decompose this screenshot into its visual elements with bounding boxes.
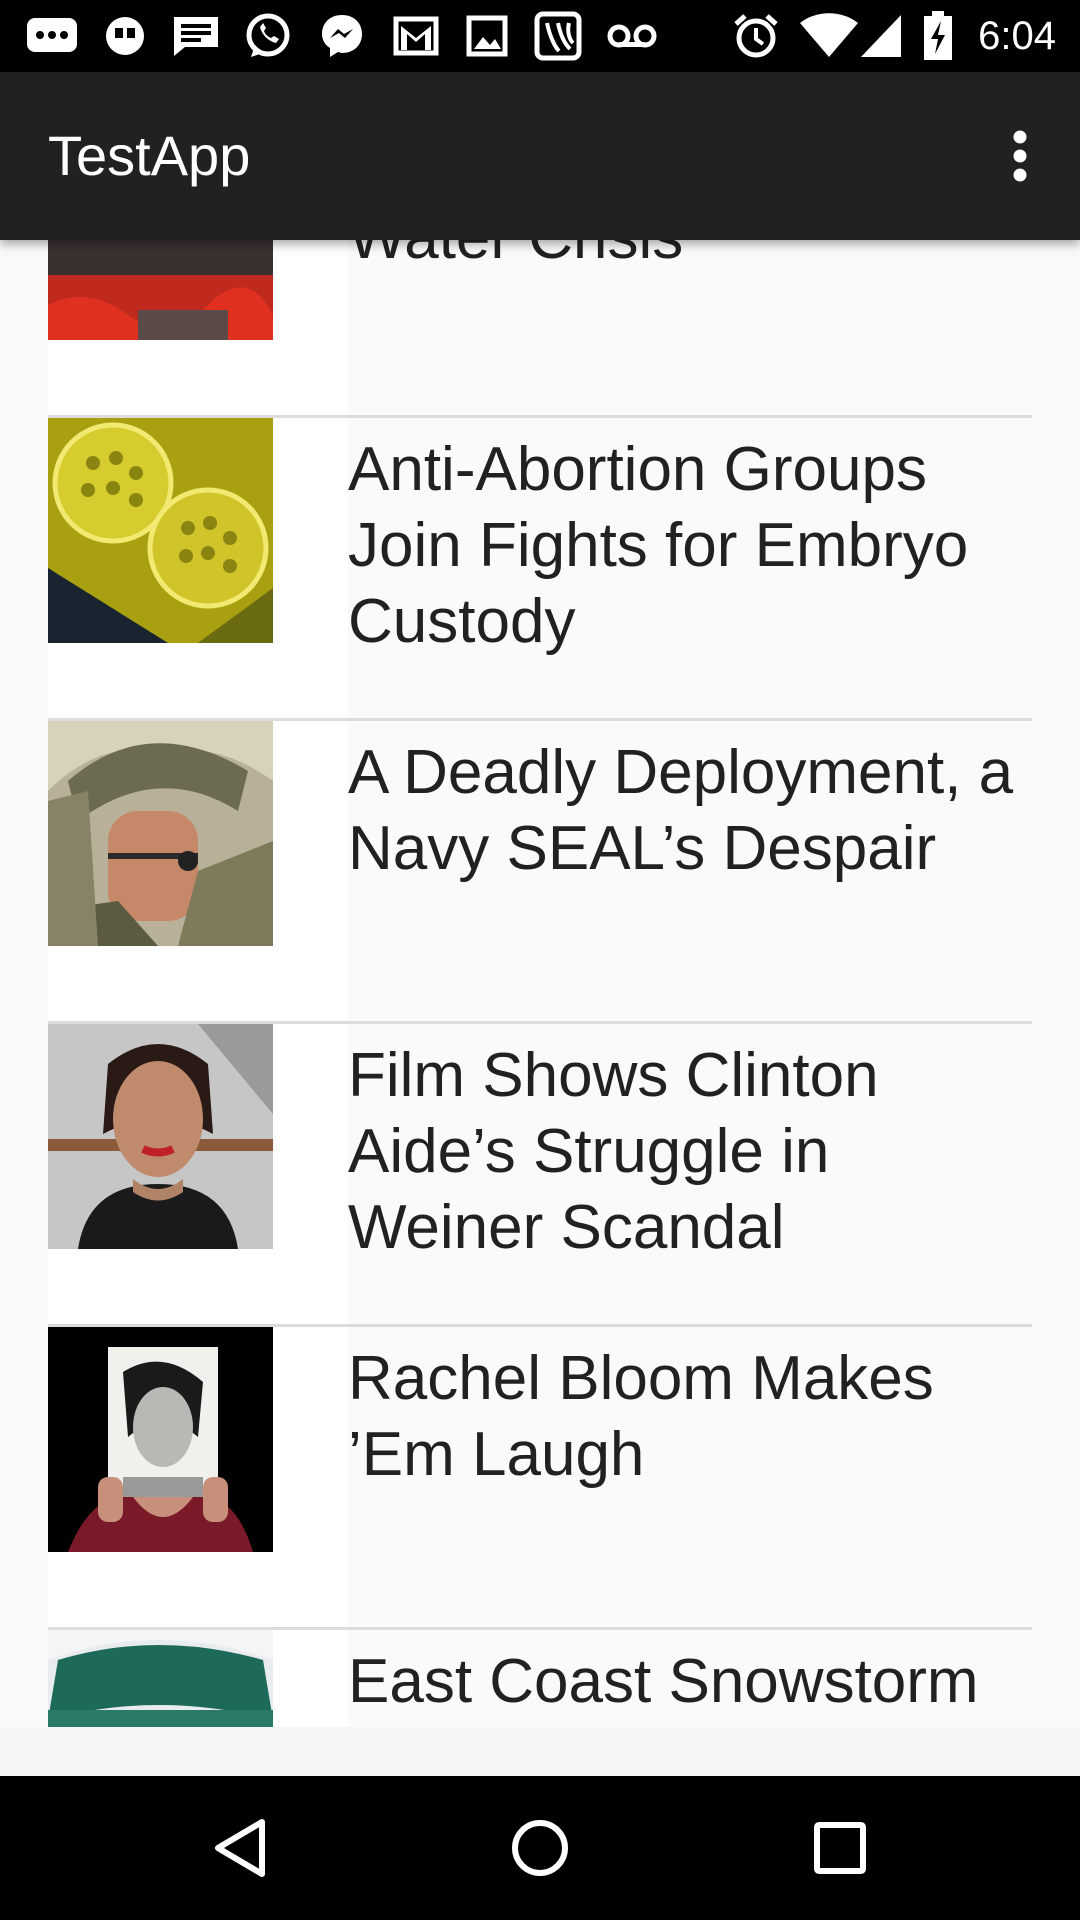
article-thumbnail xyxy=(48,1327,273,1552)
clock: 6:04 xyxy=(978,14,1056,58)
recents-icon xyxy=(814,1822,866,1874)
navigation-bar xyxy=(0,1776,1080,1920)
gmail-icon xyxy=(388,12,444,60)
signal-icon xyxy=(856,12,906,60)
list-item[interactable]: Water Crisis xyxy=(48,240,1032,418)
home-icon xyxy=(512,1820,568,1876)
whatsapp-icon xyxy=(240,12,296,60)
article-thumbnail xyxy=(48,721,273,946)
recents-button[interactable] xyxy=(780,1800,900,1896)
list-item[interactable]: A Deadly Deployment, a Navy SEAL’s Despa… xyxy=(48,721,1032,1024)
article-thumbnail xyxy=(48,1024,273,1249)
image-icon xyxy=(462,12,512,60)
battery-charging-icon xyxy=(918,11,958,60)
list-bottom-edge xyxy=(0,1727,1080,1776)
app-bar: TestApp xyxy=(0,72,1080,240)
screen: 6:04 TestApp Anti-Abortion Groups Join F… xyxy=(0,0,1080,1920)
article-thumbnail xyxy=(48,240,273,340)
thumbnail-column xyxy=(48,1327,348,1627)
overflow-menu-button[interactable] xyxy=(984,120,1056,192)
thumbnail-column xyxy=(48,240,348,415)
list-item[interactable]: Anti-Abortion Groups Join Fights for Emb… xyxy=(48,418,1032,721)
thumbnail-column xyxy=(48,1024,348,1324)
article-thumbnail xyxy=(48,418,273,643)
voicemail-icon xyxy=(604,12,660,60)
article-headline: Anti-Abortion Groups Join Fights for Emb… xyxy=(348,435,969,656)
alarm-icon xyxy=(728,12,784,60)
back-icon xyxy=(215,1819,265,1877)
saavn-icon xyxy=(530,11,586,61)
back-button[interactable] xyxy=(180,1800,300,1896)
messenger-icon xyxy=(314,12,370,60)
message-icon xyxy=(168,12,224,60)
article-headline: Water Crisis xyxy=(348,240,1032,276)
article-headline: A Deadly Deployment, a Navy SEAL’s Despa… xyxy=(348,738,1014,883)
home-button[interactable] xyxy=(480,1800,600,1896)
app-title: TestApp xyxy=(48,124,251,187)
article-list[interactable]: Water Crisis xyxy=(0,240,1080,1776)
wifi-icon xyxy=(796,12,862,60)
thumbnail-column xyxy=(48,418,348,718)
list-item[interactable]: Rachel Bloom Makes ’Em Laugh xyxy=(48,1327,1032,1630)
status-bar: 6:04 xyxy=(0,0,1080,72)
chat-bubble-icon xyxy=(22,12,82,60)
article-headline: Film Shows Clinton Aide’s Struggle in We… xyxy=(348,1041,879,1262)
more-vert-icon xyxy=(1013,130,1027,182)
list-item[interactable]: Film Shows Clinton Aide’s Struggle in We… xyxy=(48,1024,1032,1327)
article-headline: Rachel Bloom Makes ’Em Laugh xyxy=(348,1344,934,1489)
thumbnail-column xyxy=(48,721,348,1021)
quote-bubble-icon xyxy=(100,12,150,60)
